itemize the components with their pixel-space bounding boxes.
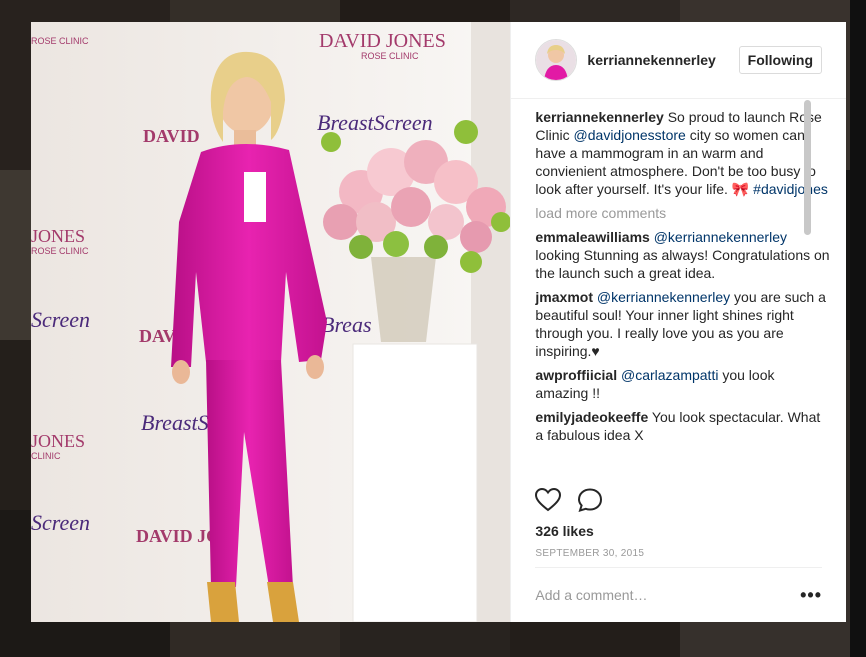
svg-text:BreastSc: BreastSc [141,410,219,435]
svg-text:Screen: Screen [31,307,90,332]
following-button[interactable]: Following [738,46,822,74]
post-date: SEPTEMBER 30, 2015 [535,548,645,559]
svg-text:JONES: JONES [31,431,85,451]
comment-username[interactable]: emilyjadeokeeffe [535,409,648,425]
post-side-panel: kerriannekennerley Following kerrianneke… [510,22,846,622]
comment-text: looking Stunning as always! Congratulati… [535,247,830,281]
svg-text:DAVID: DAVID [143,126,200,146]
svg-text:Breas: Breas [321,312,372,337]
post-photo[interactable]: DAVID DAVI DAVID JO DAVID JONES JONES JO… [31,22,511,622]
svg-text:DAVID JONES: DAVID JONES [319,30,446,52]
svg-text:Screen: Screen [31,510,90,535]
comment-item: jmaxmot @kerriannekennerley you are such… [535,288,830,360]
caption: kerriannekennerley So proud to launch Ro… [535,108,830,198]
comments-scrollbar[interactable] [804,100,811,235]
post-username[interactable]: kerriannekennerley [587,52,738,68]
comment-mention-link[interactable]: @carlazampatti [621,367,718,383]
comment-item: emmaleawilliams @kerriannekennerley look… [535,228,830,282]
comment-mention-link[interactable]: @kerriannekennerley [597,289,730,305]
svg-text:ROSE CLINIC: ROSE CLINIC [361,51,419,61]
heart-icon[interactable] [535,488,562,512]
svg-text:ROSE CLINIC: ROSE CLINIC [31,246,89,256]
post-modal: DAVID DAVI DAVID JO DAVID JONES JONES JO… [31,22,846,622]
post-header: kerriannekennerley Following [511,22,846,99]
svg-text:JONES: JONES [31,226,85,246]
avatar[interactable] [535,39,578,81]
comment-icon[interactable] [577,488,603,512]
add-comment-input[interactable]: Add a comment… [535,587,800,603]
hashtag-link[interactable]: #davidjones [753,181,828,197]
comments-list[interactable]: kerriannekennerley So proud to launch Ro… [535,108,830,490]
caption-username[interactable]: kerriannekennerley [535,109,663,125]
likes-count[interactable]: 326 likes [535,523,593,539]
more-options-button[interactable]: ••• [800,585,822,606]
caption-mention-link[interactable]: @davidjonesstore [574,127,686,143]
photo-illustration: DAVID DAVI DAVID JO DAVID JONES JONES JO… [31,22,511,622]
comment-item: awproffiicial @carlazampatti you look am… [535,366,830,402]
add-comment-bar: Add a comment… ••• [535,567,822,622]
load-more-comments-link[interactable]: load more comments [535,204,830,222]
comment-username[interactable]: emmaleawilliams [535,229,649,245]
svg-text:CLINIC: CLINIC [31,451,61,461]
post-actions [535,488,603,512]
svg-text:BreastScreen: BreastScreen [317,110,433,135]
ribbon-emoji: 🎀 [731,181,750,197]
comment-item: emilyjadeokeeffe You look spectacular. W… [535,408,830,444]
comment-username[interactable]: jmaxmot [535,289,593,305]
svg-text:DAVID JO: DAVID JO [136,526,220,546]
comment-mention-link[interactable]: @kerriannekennerley [654,229,787,245]
comment-username[interactable]: awproffiicial [535,367,617,383]
svg-text:ROSE CLINIC: ROSE CLINIC [31,36,89,46]
